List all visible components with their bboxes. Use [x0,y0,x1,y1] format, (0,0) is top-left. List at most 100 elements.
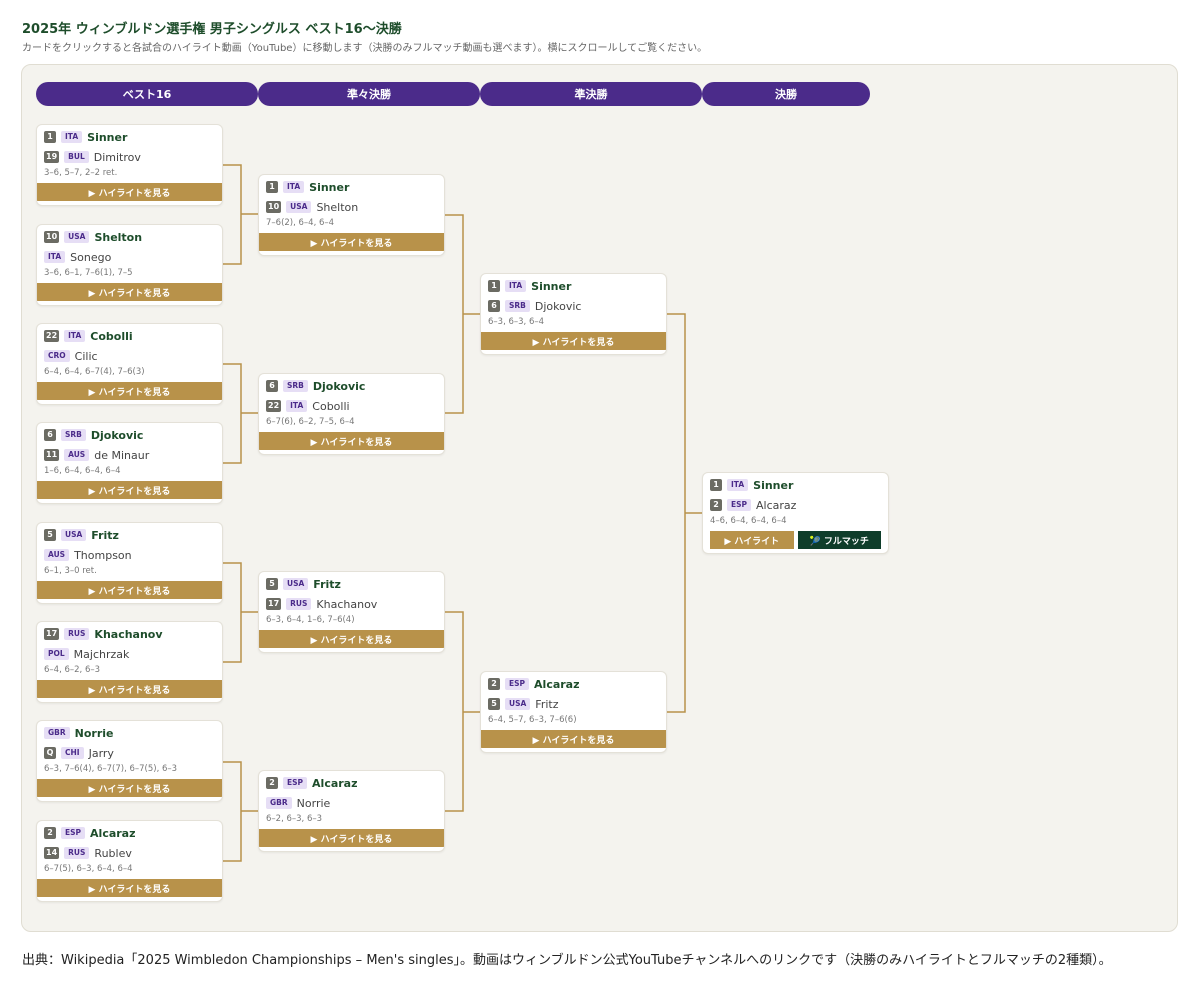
player-row: 6 SRB Djokovic [266,379,365,393]
player-name: Alcaraz [90,826,136,840]
match-card[interactable]: 10 USA Shelton ITA Sonego 3–6, 6–1, 7–6(… [36,224,223,306]
player-name: Rublev [94,846,132,860]
highlight-button[interactable]: ▶ ハイライトを見る [37,183,222,201]
highlight-button[interactable]: ▶ ハイライトを見る [481,332,666,350]
player-name: Norrie [74,726,114,740]
player-name: Sinner [87,130,128,144]
match-score: 6–3, 7–6(4), 6–7(7), 6–7(5), 6–3 [44,764,178,774]
player-name: Alcaraz [312,776,358,790]
country-badge: RUS [286,598,312,610]
match-score: 6–2, 6–3, 6–3 [266,814,323,824]
source-footer: 出典：Wikipedia「2025 Wimbledon Championship… [22,953,1112,968]
full-match-button[interactable]: 🎾 フルマッチ [797,531,881,549]
match-card[interactable]: 5 USA Fritz AUS Thompson 6–1, 3–0 ret. ▶ … [36,522,223,604]
match-score: 4–6, 6–4, 6–4, 6–4 [710,516,787,526]
player-row: 10 USA Shelton [44,230,142,244]
country-badge: ESP [61,827,86,839]
match-card[interactable]: 1 ITA Sinner 2 ESP Alcaraz 4–6, 6–4, 6–4… [702,472,889,554]
player-row: 17 RUS Khachanov [266,597,377,611]
highlight-button[interactable]: ▶ ハイライトを見る [37,481,222,499]
player-name: Thompson [74,548,132,562]
player-row: 2 ESP Alcaraz [710,498,796,512]
country-badge: RUS [64,847,90,859]
player-name: Cilic [74,349,98,363]
match-card[interactable]: 1 ITA Sinner 19 BUL Dimitrov 3–6, 5–7, 2… [36,124,223,206]
country-badge: ITA [286,400,308,412]
country-badge: GBR [266,797,292,809]
player-row: 6 SRB Djokovic [44,428,143,442]
country-badge: USA [61,529,87,541]
country-badge: ESP [727,499,752,511]
highlight-button[interactable]: ▶ ハイライトを見る [259,233,444,251]
player-name: Sinner [531,279,572,293]
seed-badge: 5 [488,698,500,710]
player-name: Khachanov [316,597,378,611]
match-score: 3–6, 5–7, 2–2 ret. [44,168,118,178]
country-badge: AUS [44,549,70,561]
match-card[interactable]: 1 ITA Sinner 10 USA Shelton 7–6(2), 6–4,… [258,174,445,256]
player-row: 1 ITA Sinner [710,478,793,492]
seed-badge: 22 [266,400,282,412]
seed-badge: 1 [266,181,278,193]
match-card[interactable]: 17 RUS Khachanov POL Majchrzak 6–4, 6–2,… [36,621,223,703]
highlight-button[interactable]: ▶ ハイライトを見る [37,581,222,599]
match-card[interactable]: 2 ESP Alcaraz 5 USA Fritz 6–4, 5–7, 6–3,… [480,671,667,753]
seed-badge: 1 [44,131,56,143]
country-badge: CHI [61,747,84,759]
seed-badge: 2 [488,678,500,690]
country-badge: ITA [61,131,83,143]
highlight-button[interactable]: ▶ ハイライトを見る [37,283,222,301]
highlight-button[interactable]: ▶ ハイライトを見る [481,730,666,748]
highlight-button[interactable]: ▶ ハイライト [710,531,794,549]
player-row: 5 USA Fritz [488,697,559,711]
player-name: Fritz [313,577,341,591]
match-card[interactable]: GBR Norrie Q CHI Jarry 6–3, 7–6(4), 6–7(… [36,720,223,802]
country-badge: SRB [283,380,308,392]
seed-badge: Q [44,747,56,759]
player-row: 22 ITA Cobolli [266,399,350,413]
match-score: 6–3, 6–3, 6–4 [488,317,545,327]
highlight-button[interactable]: ▶ ハイライトを見る [259,432,444,450]
player-name: Dimitrov [93,150,141,164]
match-card[interactable]: 6 SRB Djokovic 11 AUS de Minaur 1–6, 6–4… [36,422,223,504]
highlight-button[interactable]: ▶ ハイライトを見る [37,779,222,797]
match-card[interactable]: 2 ESP Alcaraz 14 RUS Rublev 6–7(5), 6–3,… [36,820,223,902]
player-name: Majchrzak [73,647,130,661]
player-row: 1 ITA Sinner [488,279,571,293]
player-name: Fritz [91,528,119,542]
player-row: 17 RUS Khachanov [44,627,163,641]
country-badge: SRB [61,429,86,441]
player-name: Jarry [88,746,114,760]
country-badge: GBR [44,727,70,739]
match-card[interactable]: 6 SRB Djokovic 22 ITA Cobolli 6–7(6), 6–… [258,373,445,455]
seed-badge: 5 [266,578,278,590]
match-card[interactable]: 1 ITA Sinner 6 SRB Djokovic 6–3, 6–3, 6–… [480,273,667,355]
match-score: 6–7(5), 6–3, 6–4, 6–4 [44,864,133,874]
match-card[interactable]: 22 ITA Cobolli CRO Cilic 6–4, 6–4, 6–7(4… [36,323,223,405]
highlight-button[interactable]: ▶ ハイライトを見る [37,879,222,897]
player-row: AUS Thompson [44,548,132,562]
player-row: POL Majchrzak [44,647,129,661]
seed-badge: 2 [266,777,278,789]
player-row: 2 ESP Alcaraz [488,677,580,691]
match-card[interactable]: 5 USA Fritz 17 RUS Khachanov 6–3, 6–4, 1… [258,571,445,653]
final-buttons: ▶ ハイライト 🎾 フルマッチ [710,531,881,549]
highlight-button[interactable]: ▶ ハイライトを見る [37,680,222,698]
seed-badge: 2 [710,499,722,511]
country-badge: SRB [505,300,530,312]
seed-badge: 17 [44,628,60,640]
player-name: Cobolli [312,399,350,413]
highlight-button[interactable]: ▶ ハイライトを見る [37,382,222,400]
country-badge: POL [44,648,69,660]
match-card[interactable]: 2 ESP Alcaraz GBR Norrie 6–2, 6–3, 6–3 ▶ … [258,770,445,852]
player-row: GBR Norrie [266,796,330,810]
highlight-button[interactable]: ▶ ハイライトを見る [259,829,444,847]
highlight-button[interactable]: ▶ ハイライトを見る [259,630,444,648]
player-row: 19 BUL Dimitrov [44,150,141,164]
match-score: 6–1, 3–0 ret. [44,566,97,576]
country-badge: USA [505,698,531,710]
match-score: 6–3, 6–4, 1–6, 7–6(4) [266,615,355,625]
seed-badge: 6 [488,300,500,312]
country-badge: RUS [64,628,90,640]
seed-badge: 19 [44,151,60,163]
